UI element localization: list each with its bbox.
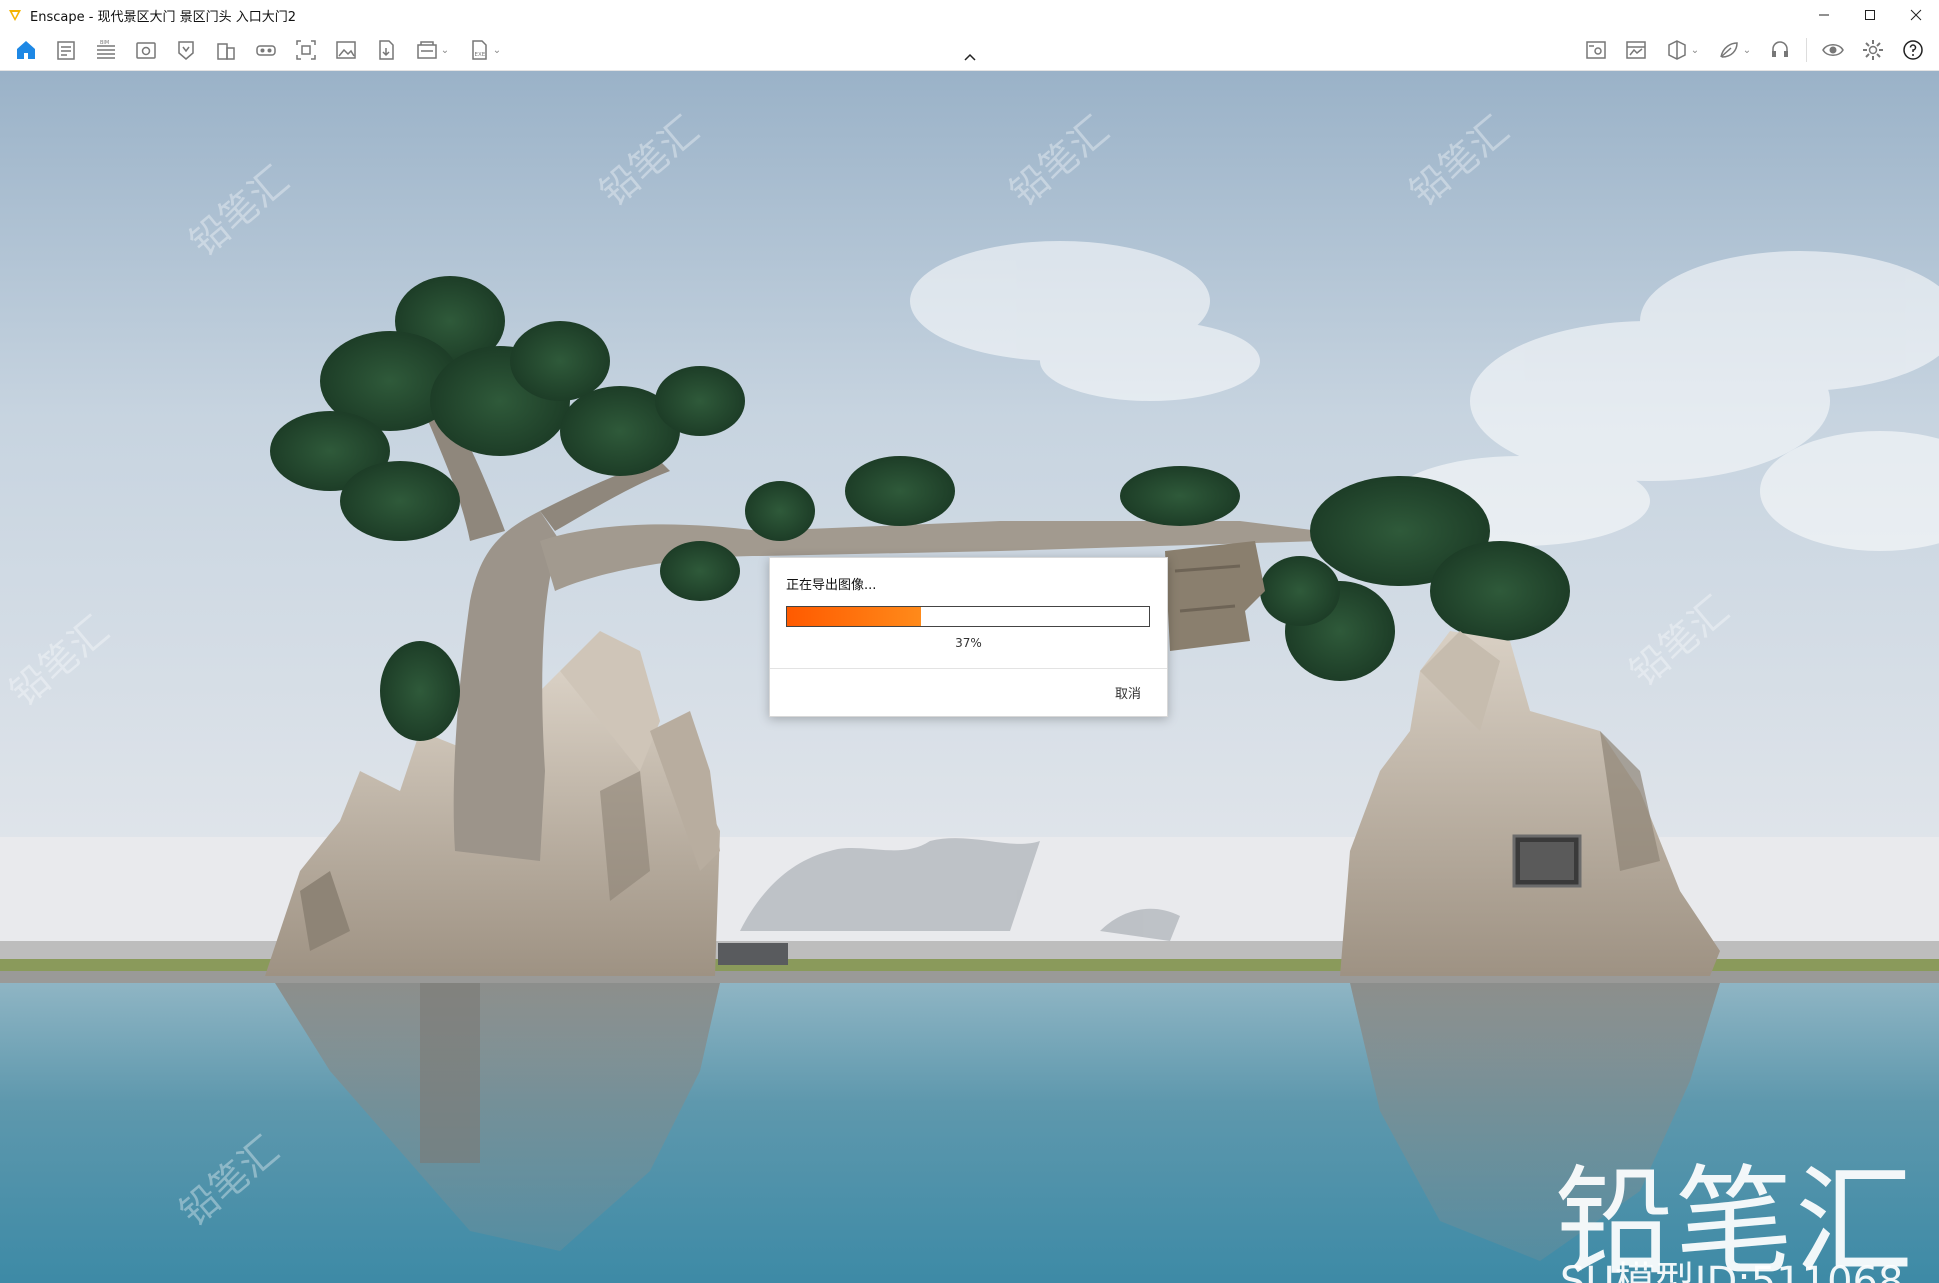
chevron-down-icon: ⌄ [1742, 44, 1752, 56]
progress-fill [787, 607, 921, 626]
bim-icon: BIM [97, 40, 115, 59]
screenshot-icon [136, 42, 156, 59]
bim-button[interactable]: BIM [86, 34, 126, 66]
progress-percent: 37% [955, 636, 982, 650]
vr-headset-icon [256, 45, 276, 56]
vr-button[interactable] [246, 34, 286, 66]
export-progress-dialog: 正在导出图像... 37% 取消 [769, 557, 1168, 717]
export-button[interactable] [366, 34, 406, 66]
building-button[interactable] [206, 34, 246, 66]
atmosphere-icon [1720, 42, 1738, 58]
asset-library-icon [178, 41, 194, 60]
image-settings-button[interactable] [1616, 34, 1656, 66]
minimize-icon [1819, 14, 1829, 16]
minimize-button[interactable] [1801, 0, 1847, 30]
image-icon [336, 41, 356, 59]
maximize-button[interactable] [1847, 0, 1893, 30]
render-frame-button[interactable] [286, 34, 326, 66]
enscape-logo-icon [9, 10, 21, 21]
svg-text:BIM: BIM [100, 40, 109, 46]
view-mode-icon [1668, 40, 1686, 60]
title-bar: Enscape - 现代景区大门 景区门头 入口大门2 [0, 0, 1939, 30]
toolbar-left-group: BIM ⌄ EXE ⌄ [6, 34, 510, 66]
render-frame-icon [296, 40, 316, 60]
document-button[interactable] [46, 34, 86, 66]
collapse-toolbar-button[interactable] [961, 48, 979, 66]
headset-button[interactable] [1760, 34, 1800, 66]
home-icon [17, 41, 35, 59]
settings-button[interactable] [1853, 34, 1893, 66]
dialog-divider [770, 668, 1167, 669]
chevron-down-icon: ⌄ [440, 44, 450, 56]
atmosphere-button[interactable]: ⌄ [1708, 34, 1760, 66]
maximize-icon [1865, 10, 1875, 20]
help-button[interactable] [1893, 34, 1933, 66]
visual-settings-icon [1586, 41, 1606, 59]
view-mode-button[interactable]: ⌄ [1656, 34, 1708, 66]
help-icon [1903, 40, 1923, 60]
image-settings-icon [1626, 41, 1646, 59]
close-button[interactable] [1893, 0, 1939, 30]
view-toggle-button[interactable] [1813, 34, 1853, 66]
building-icon [217, 43, 235, 60]
svg-text:EXE: EXE [474, 52, 485, 58]
progress-bar [786, 606, 1150, 627]
exe-export-button[interactable]: EXE ⌄ [458, 34, 510, 66]
document-icon [57, 41, 75, 60]
batch-render-button[interactable]: ⌄ [406, 34, 458, 66]
export-icon [379, 40, 394, 60]
screenshot-button[interactable] [126, 34, 166, 66]
chevron-down-icon: ⌄ [1690, 44, 1700, 56]
image-button[interactable] [326, 34, 366, 66]
chevron-down-icon: ⌄ [492, 44, 502, 56]
batch-render-icon [417, 41, 437, 59]
asset-library-button[interactable] [166, 34, 206, 66]
toolbar-separator [1806, 38, 1807, 62]
dialog-title: 正在导出图像... [786, 578, 877, 593]
close-icon [1910, 9, 1922, 21]
eye-icon [1822, 44, 1844, 56]
cancel-button[interactable]: 取消 [1115, 683, 1141, 702]
toolbar-right-group: ⌄ ⌄ [1576, 34, 1933, 66]
headset-icon [1772, 41, 1788, 57]
gear-icon [1863, 40, 1883, 60]
visual-settings-button[interactable] [1576, 34, 1616, 66]
home-button[interactable] [6, 34, 46, 66]
chevron-up-icon [964, 53, 976, 61]
watermark-model-id: SU模型ID:511068 [1560, 1259, 1904, 1283]
exe-export-icon: EXE [472, 40, 487, 60]
window-controls [1801, 0, 1939, 30]
window-title: Enscape - 现代景区大门 景区门头 入口大门2 [30, 9, 297, 25]
low-block [718, 943, 788, 965]
